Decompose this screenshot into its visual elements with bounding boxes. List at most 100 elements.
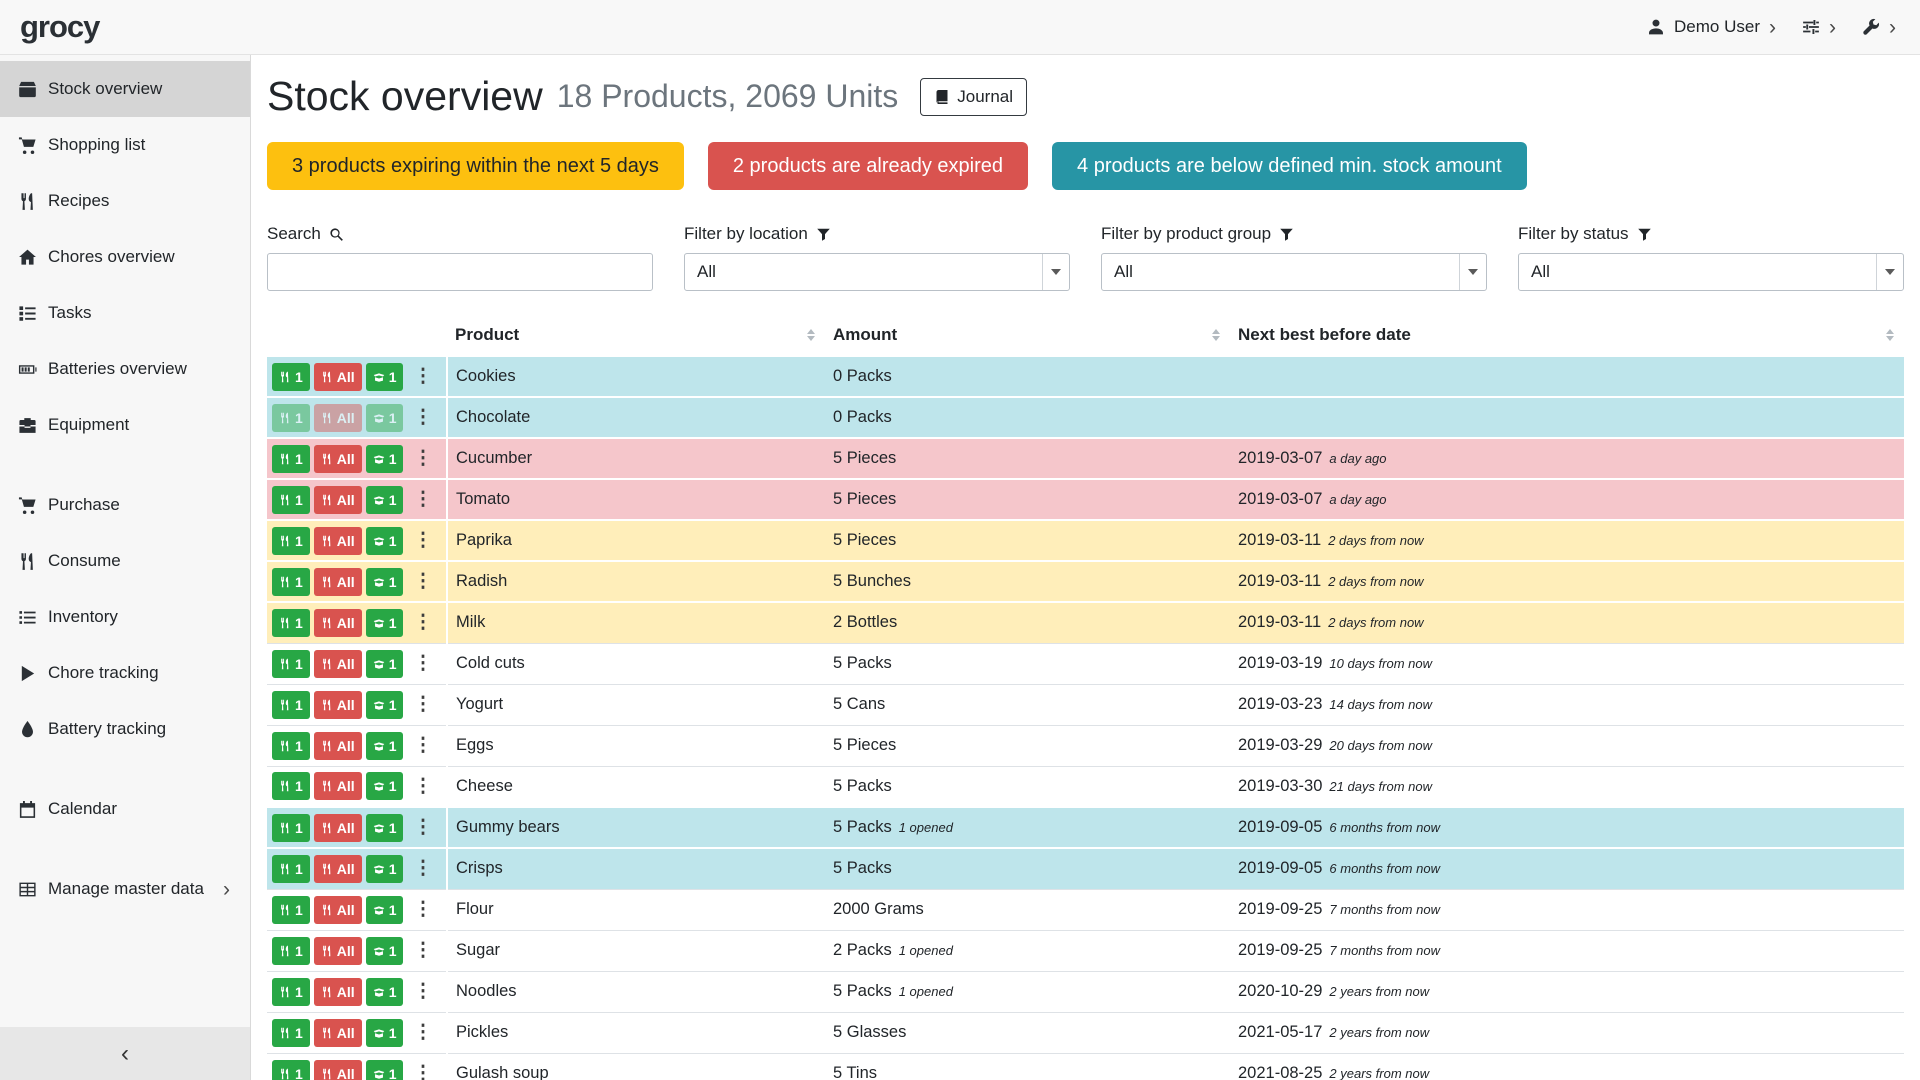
open-one-button[interactable]: 1 — [366, 486, 404, 514]
sidebar-item-stock-overview[interactable]: Stock overview — [0, 61, 250, 117]
open-one-button[interactable]: 1 — [366, 772, 404, 800]
sidebar-item-manage-master-data[interactable]: Manage master data› — [0, 861, 250, 917]
user-menu[interactable]: Demo User › — [1647, 17, 1776, 38]
status-filter-select[interactable]: All — [1518, 253, 1904, 291]
consume-one-button[interactable]: 1 — [272, 650, 310, 678]
consume-all-button[interactable]: All — [314, 772, 362, 800]
consume-all-button[interactable]: All — [314, 445, 362, 473]
row-menu-icon[interactable]: ⋮ — [413, 695, 432, 714]
row-menu-icon[interactable]: ⋮ — [413, 941, 432, 960]
open-one-button[interactable]: 1 — [366, 855, 404, 883]
consume-all-button[interactable]: All — [314, 404, 362, 432]
sidebar-item-inventory[interactable]: Inventory — [0, 589, 250, 645]
sidebar-item-shopping-list[interactable]: Shopping list — [0, 117, 250, 173]
journal-button[interactable]: Journal — [920, 78, 1027, 116]
sidebar-item-tasks[interactable]: Tasks — [0, 285, 250, 341]
sidebar-item-chore-tracking[interactable]: Chore tracking — [0, 645, 250, 701]
row-menu-icon[interactable]: ⋮ — [413, 818, 432, 837]
consume-all-button[interactable]: All — [314, 814, 362, 842]
open-one-button[interactable]: 1 — [366, 568, 404, 596]
open-one-button[interactable]: 1 — [366, 1060, 404, 1080]
consume-one-button[interactable]: 1 — [272, 814, 310, 842]
consume-one-button[interactable]: 1 — [272, 855, 310, 883]
sidebar-collapse-button[interactable]: ‹ — [0, 1027, 250, 1080]
consume-all-button[interactable]: All — [314, 691, 362, 719]
consume-one-button[interactable]: 1 — [272, 486, 310, 514]
row-menu-icon[interactable]: ⋮ — [413, 531, 432, 550]
row-menu-icon[interactable]: ⋮ — [413, 736, 432, 755]
settings-menu[interactable]: › — [1802, 17, 1836, 38]
open-one-button[interactable]: 1 — [366, 691, 404, 719]
open-one-button[interactable]: 1 — [366, 1019, 404, 1047]
row-menu-icon[interactable]: ⋮ — [413, 449, 432, 468]
open-one-button[interactable]: 1 — [366, 363, 404, 391]
consume-one-button[interactable]: 1 — [272, 445, 310, 473]
expired-alert[interactable]: 2 products are already expired — [708, 142, 1028, 190]
row-menu-icon[interactable]: ⋮ — [413, 982, 432, 1001]
row-menu-icon[interactable]: ⋮ — [413, 367, 432, 386]
open-one-button[interactable]: 1 — [366, 978, 404, 1006]
sidebar-item-calendar[interactable]: Calendar — [0, 781, 250, 837]
product-column-header[interactable]: Product — [447, 317, 825, 356]
search-input[interactable] — [267, 253, 653, 291]
open-one-button[interactable]: 1 — [366, 896, 404, 924]
consume-one-button[interactable]: 1 — [272, 732, 310, 760]
consume-all-button[interactable]: All — [314, 855, 362, 883]
consume-all-button[interactable]: All — [314, 527, 362, 555]
sidebar-item-consume[interactable]: Consume — [0, 533, 250, 589]
consume-one-button[interactable]: 1 — [272, 1060, 310, 1080]
consume-one-button[interactable]: 1 — [272, 568, 310, 596]
open-one-button[interactable]: 1 — [366, 609, 404, 637]
row-menu-icon[interactable]: ⋮ — [413, 859, 432, 878]
consume-one-button[interactable]: 1 — [272, 609, 310, 637]
app-logo[interactable]: grocy — [20, 9, 99, 45]
row-menu-icon[interactable]: ⋮ — [413, 408, 432, 427]
consume-all-button[interactable]: All — [314, 1019, 362, 1047]
consume-one-button[interactable]: 1 — [272, 937, 310, 965]
sidebar-item-recipes[interactable]: Recipes — [0, 173, 250, 229]
consume-one-button[interactable]: 1 — [272, 1019, 310, 1047]
consume-all-button[interactable]: All — [314, 486, 362, 514]
open-one-button[interactable]: 1 — [366, 650, 404, 678]
open-one-button[interactable]: 1 — [366, 937, 404, 965]
product-group-filter-select[interactable]: All — [1101, 253, 1487, 291]
row-menu-icon[interactable]: ⋮ — [413, 490, 432, 509]
consume-all-button[interactable]: All — [314, 609, 362, 637]
consume-all-button[interactable]: All — [314, 978, 362, 1006]
open-one-button[interactable]: 1 — [366, 732, 404, 760]
row-menu-icon[interactable]: ⋮ — [413, 654, 432, 673]
amount-column-header[interactable]: Amount — [825, 317, 1230, 356]
consume-all-button[interactable]: All — [314, 937, 362, 965]
open-one-button[interactable]: 1 — [366, 527, 404, 555]
consume-one-button[interactable]: 1 — [272, 772, 310, 800]
row-menu-icon[interactable]: ⋮ — [413, 1023, 432, 1042]
consume-one-button[interactable]: 1 — [272, 527, 310, 555]
open-one-button[interactable]: 1 — [366, 814, 404, 842]
open-one-button[interactable]: 1 — [366, 445, 404, 473]
sidebar-item-purchase[interactable]: Purchase — [0, 477, 250, 533]
row-menu-icon[interactable]: ⋮ — [413, 1064, 432, 1080]
row-menu-icon[interactable]: ⋮ — [413, 572, 432, 591]
sidebar-item-chores-overview[interactable]: Chores overview — [0, 229, 250, 285]
consume-one-button[interactable]: 1 — [272, 404, 310, 432]
sidebar-item-equipment[interactable]: Equipment — [0, 397, 250, 453]
open-one-button[interactable]: 1 — [366, 404, 404, 432]
location-filter-select[interactable]: All — [684, 253, 1070, 291]
consume-all-button[interactable]: All — [314, 568, 362, 596]
sidebar-item-battery-tracking[interactable]: Battery tracking — [0, 701, 250, 757]
consume-one-button[interactable]: 1 — [272, 363, 310, 391]
row-menu-icon[interactable]: ⋮ — [413, 613, 432, 632]
row-menu-icon[interactable]: ⋮ — [413, 900, 432, 919]
sidebar-item-batteries-overview[interactable]: Batteries overview — [0, 341, 250, 397]
consume-one-button[interactable]: 1 — [272, 691, 310, 719]
date-column-header[interactable]: Next best before date — [1230, 317, 1904, 356]
consume-all-button[interactable]: All — [314, 363, 362, 391]
consume-all-button[interactable]: All — [314, 1060, 362, 1080]
consume-all-button[interactable]: All — [314, 650, 362, 678]
row-menu-icon[interactable]: ⋮ — [413, 777, 432, 796]
admin-menu[interactable]: › — [1862, 17, 1896, 38]
below-min-stock-alert[interactable]: 4 products are below defined min. stock … — [1052, 142, 1527, 190]
consume-one-button[interactable]: 1 — [272, 978, 310, 1006]
expiring-alert[interactable]: 3 products expiring within the next 5 da… — [267, 142, 684, 190]
consume-all-button[interactable]: All — [314, 896, 362, 924]
